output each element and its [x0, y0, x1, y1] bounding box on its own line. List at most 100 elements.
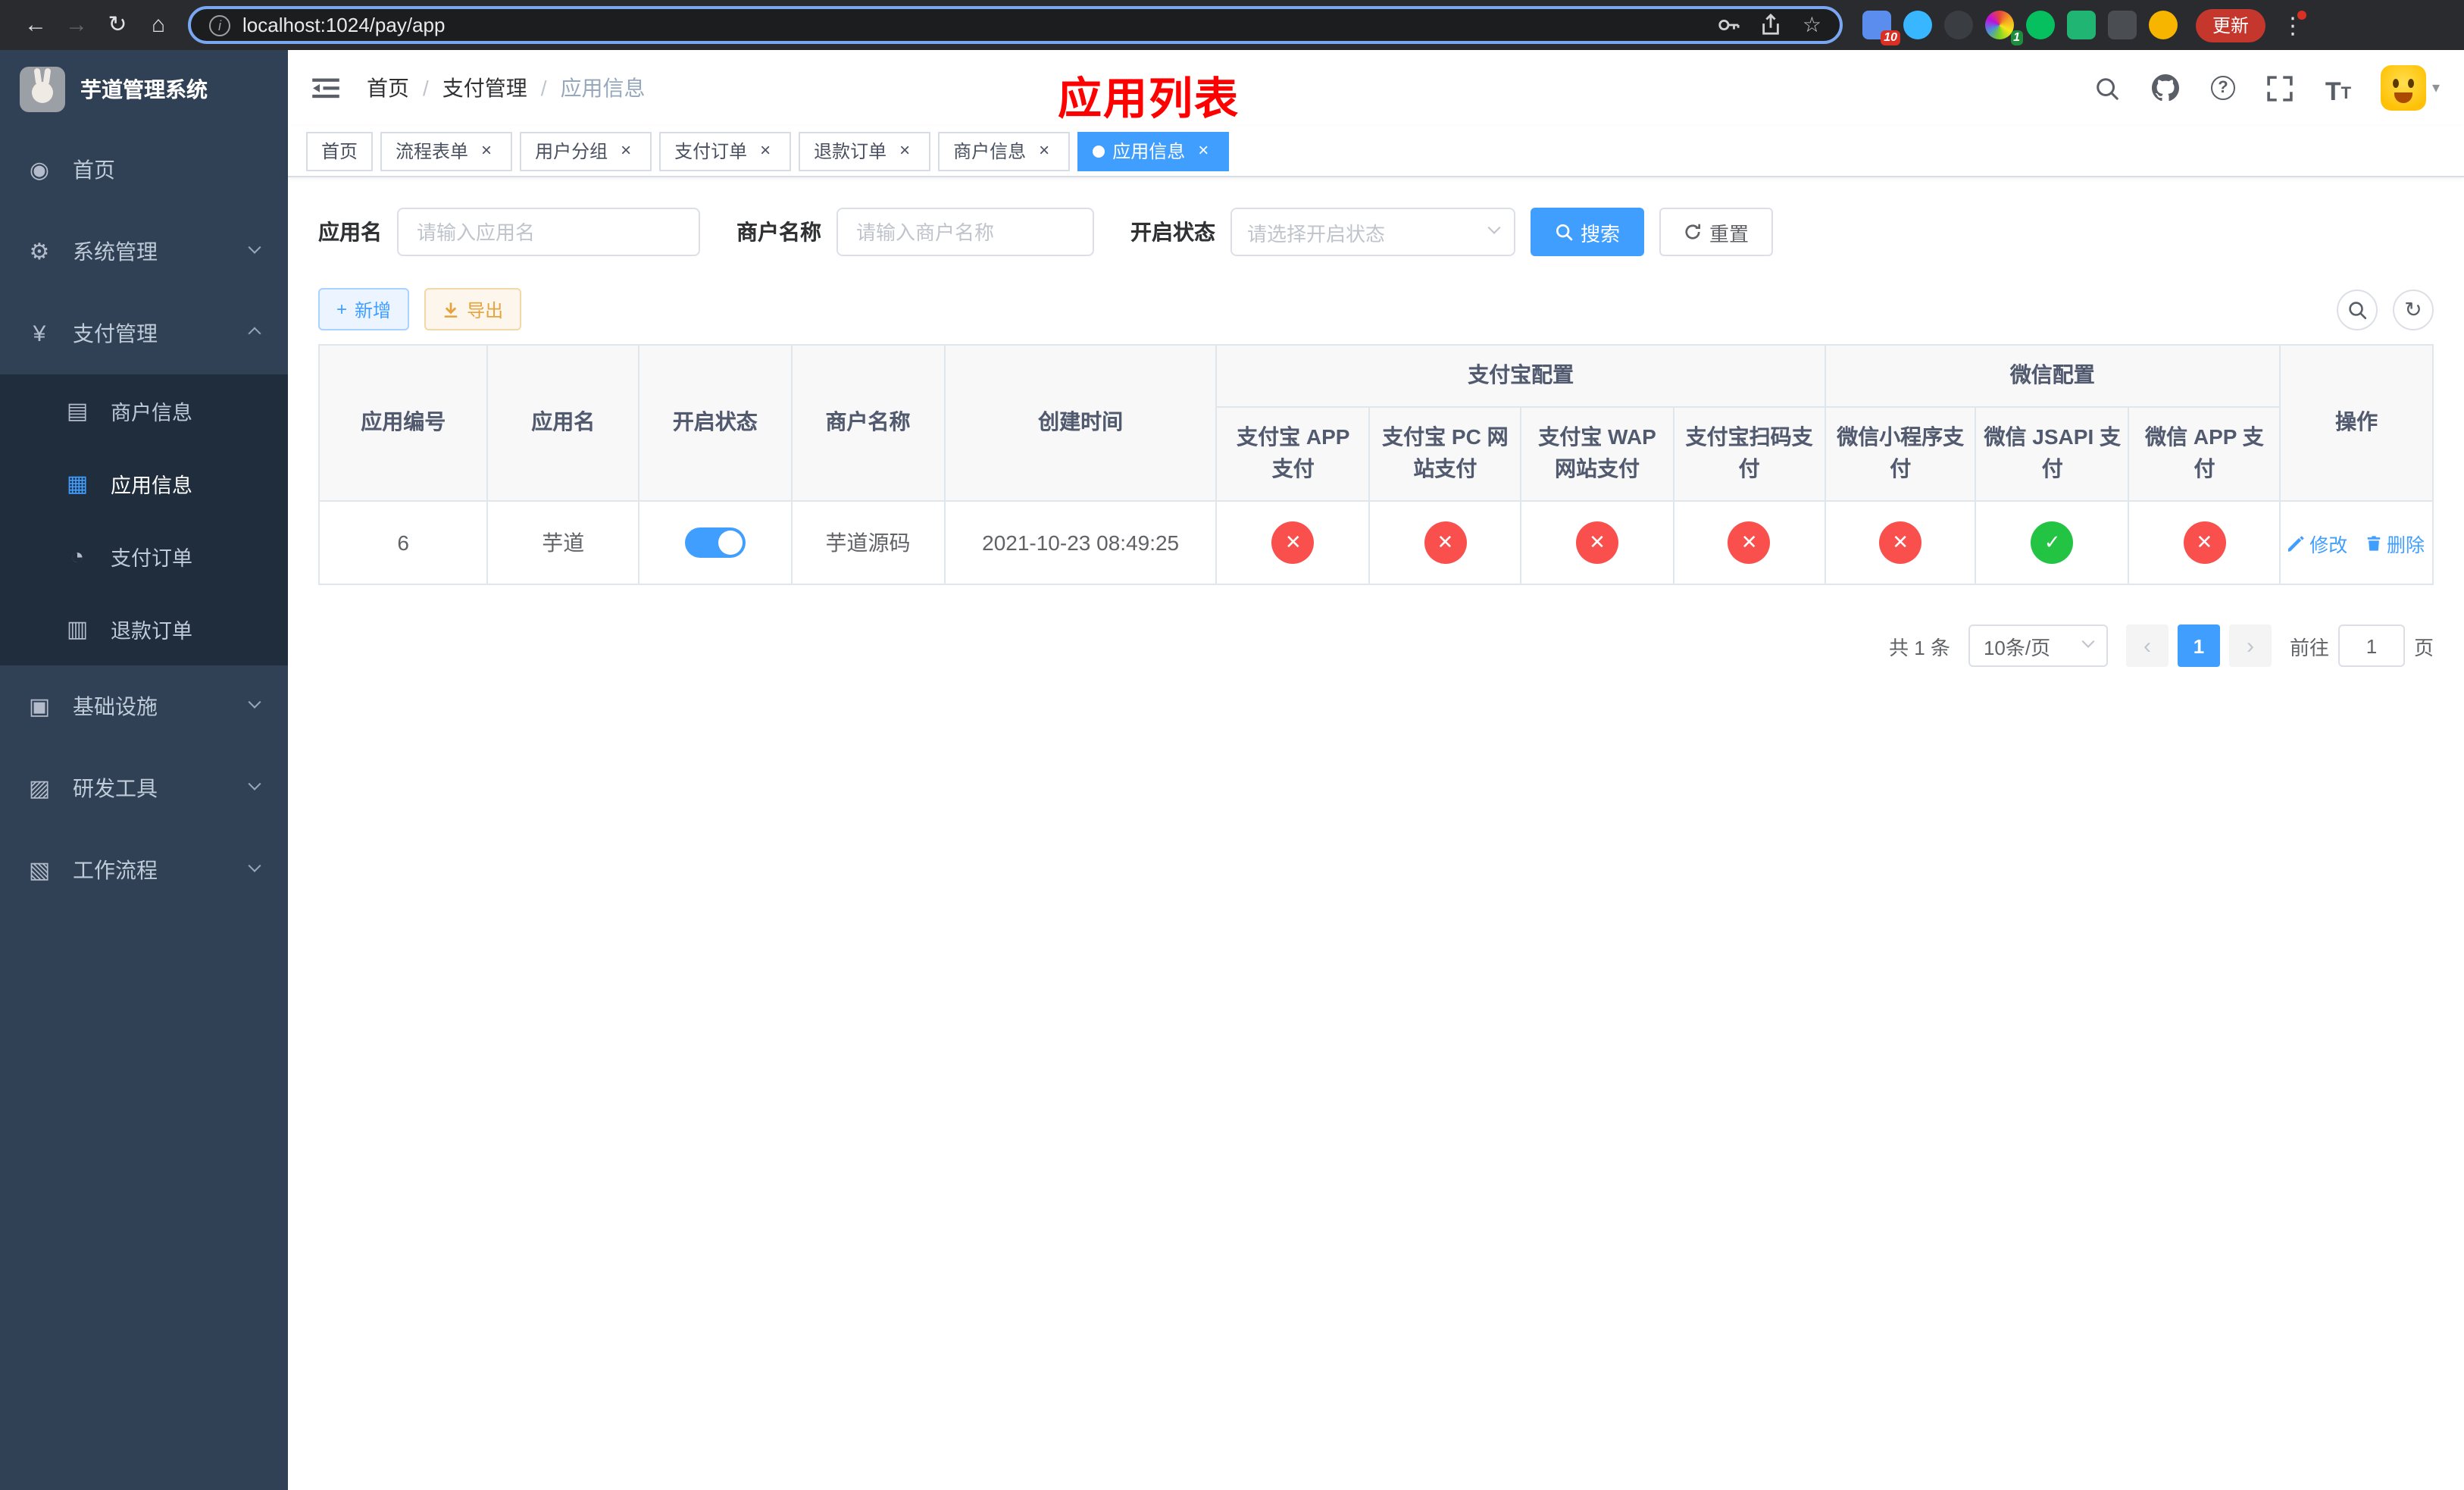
group-alipay-config: 支付宝配置	[1215, 344, 1826, 408]
page-header: 首页 / 支付管理 / 应用信息 应用列表 ? T T ▾	[288, 50, 2464, 126]
tab-close-icon[interactable]: ×	[476, 139, 497, 161]
wechat-app-status-icon: ✕	[2183, 521, 2226, 565]
tab-close-icon[interactable]: ×	[1033, 139, 1055, 161]
breadcrumb-payment[interactable]: 支付管理	[442, 73, 527, 103]
reload-icon[interactable]: ↻	[97, 5, 138, 45]
refresh-icon	[1685, 224, 1701, 239]
next-page-button[interactable]: ›	[2228, 624, 2272, 668]
app-name-label: 应用名	[318, 220, 382, 244]
browser-window: ← → ↻ ⌂ i localhost:1024/pay/app ☆ 10 1 …	[0, 0, 2464, 1490]
pagination: 共 1 条 10条/页 ‹ 1 › 前往 页	[318, 624, 2434, 668]
goto-unit: 页	[2413, 636, 2434, 659]
app-name-cell: 芋道	[486, 500, 639, 586]
extension-icon-book[interactable]	[2067, 11, 2096, 39]
download-icon	[444, 302, 458, 317]
payment-submenu: ▤ 商户信息 ▦ 应用信息 ◔ 支付订单 ▥ 退款订单	[0, 374, 288, 665]
search-icon[interactable]	[2093, 73, 2123, 103]
tab-close-icon[interactable]: ×	[615, 139, 636, 161]
sidebar-item-home[interactable]: ◉ 首页	[0, 129, 288, 211]
forward-icon[interactable]: →	[56, 5, 97, 45]
address-bar[interactable]: i localhost:1024/pay/app ☆	[188, 6, 1843, 44]
user-menu[interactable]: ▾	[2380, 65, 2440, 111]
col-alipay-app: 支付宝 APP 支付	[1215, 405, 1371, 502]
active-tab-dot	[1093, 145, 1105, 157]
sidebar-item-app-info[interactable]: ▦ 应用信息	[0, 447, 288, 520]
status-label: 开启状态	[1130, 220, 1215, 244]
extension-icon-wechat[interactable]	[2026, 11, 2055, 39]
sidebar-item-refund-order[interactable]: ▥ 退款订单	[0, 593, 288, 665]
tab-refund-order[interactable]: 退款订单 ×	[799, 131, 931, 171]
merchant-name-cell: 芋道源码	[790, 500, 946, 586]
home-icon[interactable]: ⌂	[138, 5, 179, 45]
sidebar-item-devtools[interactable]: ▨ 研发工具	[0, 747, 288, 829]
app-name-input[interactable]	[397, 208, 700, 256]
help-icon[interactable]: ?	[2208, 73, 2238, 103]
tab-pay-order[interactable]: 支付订单 ×	[659, 131, 792, 171]
search-button[interactable]: 搜索	[1531, 208, 1645, 256]
sidebar-item-workflow[interactable]: ▧ 工作流程	[0, 829, 288, 911]
extension-icon-face[interactable]	[2149, 11, 2178, 39]
bookmark-star-icon[interactable]: ☆	[1803, 12, 1821, 38]
chrome-update-button[interactable]: 更新	[2196, 8, 2266, 42]
password-key-icon[interactable]	[1718, 14, 1740, 36]
tab-home[interactable]: 首页	[306, 131, 374, 171]
chevron-down-icon	[248, 777, 261, 790]
sidebar: 芋道管理系统 ◉ 首页 ⚙ 系统管理 ¥ 支付管理 ▤ 商户信息 ▦ 应用信息 …	[0, 50, 288, 1490]
chevron-down-icon	[2081, 634, 2095, 648]
user-avatar	[2380, 65, 2426, 111]
extension-icon-profile[interactable]: 1	[1985, 11, 2023, 45]
delete-link[interactable]: 删除	[2366, 528, 2425, 557]
page-size-select[interactable]: 10条/页	[1968, 624, 2108, 668]
edit-link[interactable]: 修改	[2288, 528, 2347, 557]
main-area: 首页 / 支付管理 / 应用信息 应用列表 ? T T ▾ 首页 流程表单 × …	[288, 50, 2464, 1490]
extension-icon-drop[interactable]	[1903, 11, 1932, 39]
page-title: 应用列表	[1058, 76, 1240, 124]
breadcrumb-home[interactable]: 首页	[367, 73, 409, 103]
app-table: 应用编号 应用名 开启状态 商户名称 创建时间 支付宝配置 微信配置 操作 支付…	[317, 343, 2434, 586]
trash-icon	[2367, 535, 2381, 550]
toggle-search-icon[interactable]	[2337, 289, 2378, 330]
tab-close-icon[interactable]: ×	[1193, 139, 1214, 161]
chevron-down-icon: ▾	[2431, 80, 2440, 96]
col-wechat-jsapi: 微信 JSAPI 支付	[1975, 405, 2130, 502]
export-button[interactable]: 导出	[424, 288, 522, 330]
search-form: 应用名 商户名称 开启状态 请选择开启状态 搜索	[318, 208, 2434, 256]
sidebar-item-system[interactable]: ⚙ 系统管理	[0, 211, 288, 293]
extension-icon-pin[interactable]	[2108, 11, 2137, 39]
refresh-table-icon[interactable]: ↻	[2393, 289, 2434, 330]
col-created: 创建时间	[943, 343, 1218, 502]
sidebar-item-infrastructure[interactable]: ▣ 基础设施	[0, 665, 288, 747]
merchant-name-input[interactable]	[836, 208, 1094, 256]
extension-icon-dark[interactable]	[1944, 11, 1973, 39]
extension-icon-grid[interactable]: 10	[1862, 11, 1900, 45]
card-icon: ▤	[66, 399, 89, 424]
wechat-mini-status-icon: ✕	[1879, 521, 1922, 565]
status-select[interactable]: 请选择开启状态	[1230, 208, 1515, 256]
back-icon[interactable]: ←	[15, 5, 56, 45]
status-toggle[interactable]	[684, 527, 746, 559]
breadcrumb-current: 应用信息	[560, 76, 646, 100]
page-number-1[interactable]: 1	[2177, 624, 2220, 668]
tab-close-icon[interactable]: ×	[755, 139, 776, 161]
share-icon[interactable]	[1760, 14, 1783, 36]
sidebar-item-merchant-info[interactable]: ▤ 商户信息	[0, 374, 288, 447]
tab-process-form[interactable]: 流程表单 ×	[380, 131, 513, 171]
sidebar-item-pay-order[interactable]: ◔ 支付订单	[0, 520, 288, 593]
tab-close-icon[interactable]: ×	[894, 139, 915, 161]
reset-button[interactable]: 重置	[1659, 208, 1774, 256]
goto-page-input[interactable]	[2337, 624, 2405, 668]
tab-user-group[interactable]: 用户分组 ×	[520, 131, 652, 171]
col-alipay-pc: 支付宝 PC 网站支付	[1368, 405, 1522, 502]
sidebar-fold-icon[interactable]	[312, 71, 346, 105]
prev-page-button[interactable]: ‹	[2125, 624, 2169, 668]
sidebar-item-payment[interactable]: ¥ 支付管理	[0, 293, 288, 374]
tab-merchant-info[interactable]: 商户信息 ×	[938, 131, 1071, 171]
tab-app-info[interactable]: 应用信息 ×	[1077, 131, 1230, 171]
fullscreen-icon[interactable]	[2265, 73, 2296, 103]
github-icon[interactable]	[2150, 73, 2181, 103]
site-info-icon[interactable]: i	[209, 14, 230, 36]
add-button[interactable]: + 新增	[318, 288, 410, 330]
app-id-cell: 6	[317, 500, 489, 586]
browser-menu-icon[interactable]: ⋮	[2278, 10, 2308, 39]
font-size-icon[interactable]: TT	[2323, 73, 2353, 105]
